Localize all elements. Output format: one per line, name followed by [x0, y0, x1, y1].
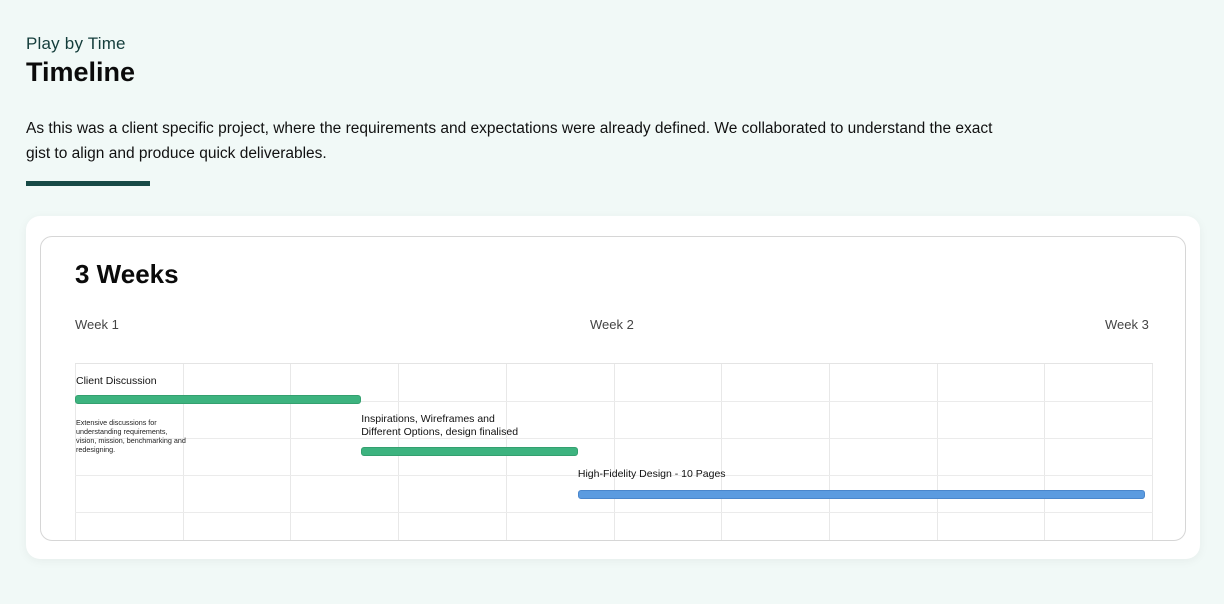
task-label-line: Different Options, design finalised: [361, 425, 519, 438]
task-bar: [577, 490, 1145, 499]
timeline-grid: Client Discussion Extensive discussions f…: [75, 363, 1153, 540]
week-label: Week 2: [590, 317, 634, 332]
grid-column-line: [290, 364, 291, 540]
timeline-panel: 3 Weeks Week 1 Week 2 Week 3 Client Discus…: [40, 236, 1186, 541]
timeline-card: 3 Weeks Week 1 Week 2 Week 3 Client Discus…: [26, 216, 1200, 559]
grid-column-line: [1152, 364, 1153, 540]
grid-row-line: [75, 512, 1153, 513]
grid-column-line: [614, 364, 615, 540]
week-label: Week 1: [75, 317, 119, 332]
task-label: Inspirations, Wireframes and Different Op…: [361, 413, 518, 438]
grid-column-line: [937, 364, 938, 540]
grid-row-line: [75, 438, 1153, 439]
grid-column-line: [1044, 364, 1045, 540]
task-label: High-Fidelity Design - 10 Pages: [577, 468, 726, 480]
week-label: Week 3: [1105, 317, 1149, 332]
task-bar: [75, 395, 362, 404]
grid-column-line: [721, 364, 722, 540]
grid-column-line: [829, 364, 830, 540]
task-label: Client Discussion: [76, 375, 157, 387]
page-title: Timeline: [26, 57, 136, 87]
task-label-line: Inspirations, Wireframes and: [361, 413, 495, 425]
task-bar: [361, 447, 578, 456]
section-description: As this was a client specific project, w…: [26, 120, 993, 162]
task-description: Extensive discussions for understanding …: [76, 418, 186, 454]
section-eyebrow: Play by Time: [26, 34, 126, 53]
timeline-duration: 3 Weeks: [75, 259, 179, 289]
accent-divider: [26, 181, 150, 186]
